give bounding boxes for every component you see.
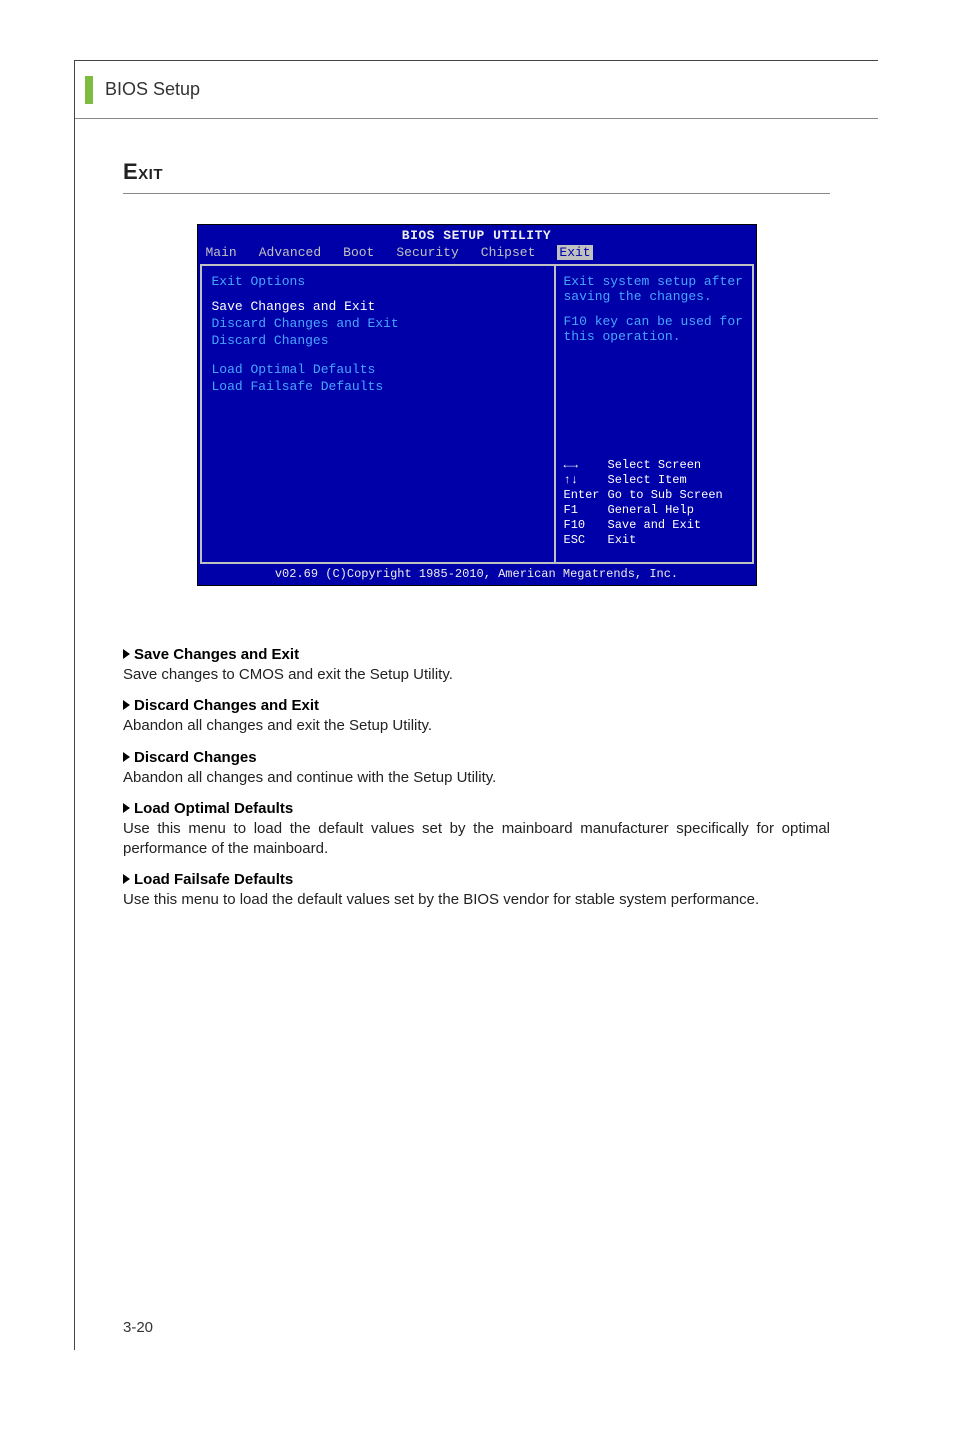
exit-options-heading: Exit Options [212,274,544,289]
bios-tab-main[interactable]: Main [206,245,237,260]
key-f10: F10Save and Exit [564,518,744,532]
header-title: BIOS Setup [105,79,200,100]
triangle-icon [123,649,130,659]
desc-save-changes-exit: Save Changes and Exit Save changes to CM… [123,646,830,685]
menu-discard-changes[interactable]: Discard Changes [212,333,544,348]
desc-title: Save Changes and Exit [134,646,299,663]
desc-title: Discard Changes [134,749,257,766]
desc-title: Load Optimal Defaults [134,800,293,817]
page-number: 3-20 [123,1319,153,1336]
key-esc: ESCExit [564,533,744,547]
bios-tab-security[interactable]: Security [396,245,458,260]
page-header: BIOS Setup [75,61,878,119]
desc-discard-changes: Discard Changes Abandon all changes and … [123,749,830,788]
desc-load-failsafe-defaults: Load Failsafe Defaults Use this menu to … [123,871,830,910]
desc-text: Save changes to CMOS and exit the Setup … [123,665,830,685]
menu-discard-changes-exit[interactable]: Discard Changes and Exit [212,316,544,331]
desc-text: Use this menu to load the default values… [123,890,830,910]
menu-load-optimal-defaults[interactable]: Load Optimal Defaults [212,362,544,377]
bios-utility-title: BIOS SETUP UTILITY [198,225,756,243]
key-select-screen: ←→Select Screen [564,458,744,472]
section-title: Exit [123,159,830,194]
bios-screenshot: BIOS SETUP UTILITY Main Advanced Boot Se… [197,224,757,586]
bios-copyright: v02.69 (C)Copyright 1985-2010, American … [198,564,756,585]
spacer [564,304,744,314]
desc-title: Load Failsafe Defaults [134,871,293,888]
bios-key-legend: ←→Select Screen ↑↓Select Item EnterGo to… [556,450,752,562]
triangle-icon [123,803,130,813]
bios-help-line2: F10 key can be used for this operation. [564,314,744,344]
bios-left-pane: Exit Options Save Changes and Exit Disca… [200,264,554,564]
desc-text: Abandon all changes and exit the Setup U… [123,716,830,736]
triangle-icon [123,700,130,710]
desc-title: Discard Changes and Exit [134,697,319,714]
desc-text: Abandon all changes and continue with th… [123,768,830,788]
header-accent-bar [85,76,93,104]
spacer [212,350,544,362]
desc-discard-changes-exit: Discard Changes and Exit Abandon all cha… [123,697,830,736]
bios-tab-advanced[interactable]: Advanced [259,245,321,260]
desc-load-optimal-defaults: Load Optimal Defaults Use this menu to l… [123,800,830,860]
bios-tab-boot[interactable]: Boot [343,245,374,260]
bios-tab-chipset[interactable]: Chipset [481,245,536,260]
bios-tab-exit[interactable]: Exit [557,245,592,260]
bios-right-pane: Exit system setup after saving the chang… [554,264,754,564]
bios-body: Exit Options Save Changes and Exit Disca… [198,264,756,564]
bios-help-text: Exit system setup after saving the chang… [556,266,752,450]
page-frame: BIOS Setup Exit BIOS SETUP UTILITY Main … [74,60,878,1350]
triangle-icon [123,752,130,762]
menu-save-changes-exit[interactable]: Save Changes and Exit [212,299,544,314]
key-select-item: ↑↓Select Item [564,473,744,487]
bios-help-line1: Exit system setup after saving the chang… [564,274,744,304]
desc-text: Use this menu to load the default values… [123,819,830,860]
triangle-icon [123,874,130,884]
bios-tab-bar: Main Advanced Boot Security Chipset Exit [198,243,756,264]
menu-load-failsafe-defaults[interactable]: Load Failsafe Defaults [212,379,544,394]
page-content: Exit BIOS SETUP UTILITY Main Advanced Bo… [75,119,878,911]
key-f1: F1General Help [564,503,744,517]
key-enter: EnterGo to Sub Screen [564,488,744,502]
